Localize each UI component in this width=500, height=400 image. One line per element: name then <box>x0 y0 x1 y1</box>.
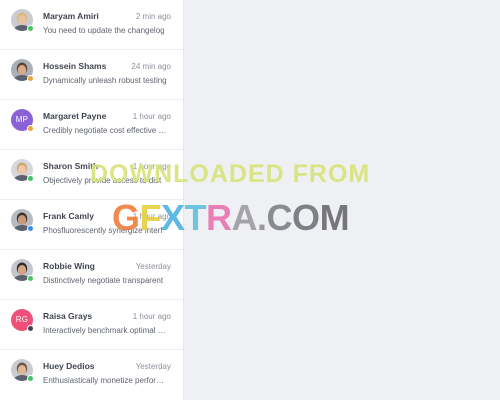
avatar <box>11 259 34 282</box>
conversation-item[interactable]: MP Margaret Payne 1 hour ago Credibly negot… <box>0 100 183 150</box>
contact-name: Hossein Shams <box>43 61 107 71</box>
contact-name: Huey Dedios <box>43 361 95 371</box>
contact-name: Sharon Smith <box>43 161 99 171</box>
avatar <box>11 59 34 82</box>
contact-name: Robbie Wing <box>43 261 95 271</box>
conversation-item[interactable]: Hossein Shams 24 min ago Dynamically unlea… <box>0 50 183 100</box>
avatar <box>11 209 34 232</box>
contact-name: Frank Camly <box>43 211 95 221</box>
contact-name: Raisa Grays <box>43 311 93 321</box>
status-dot <box>27 225 34 232</box>
avatar <box>11 359 34 382</box>
watermark-letter: R <box>206 197 232 238</box>
message-time: 1 hour ago <box>132 112 171 121</box>
message-preview: Objectively provide access to dist <box>43 176 162 185</box>
conversation-item[interactable]: Maryam Amiri 2 min ago You need to update … <box>0 0 183 50</box>
message-preview: Interactively benchmark optimal m... <box>43 326 169 335</box>
avatar <box>11 9 34 32</box>
status-dot <box>27 275 34 282</box>
message-time: 1 hour ago <box>132 162 171 171</box>
watermark-letter: O <box>292 197 320 238</box>
message-time: Yesterday <box>135 262 171 271</box>
contact-name: Margaret Payne <box>43 111 107 121</box>
watermark-letter: T <box>184 197 207 238</box>
conversation-item[interactable]: Sharon Smith 1 hour ago Objectively provid… <box>0 150 183 200</box>
message-preview: Dynamically unleash robust testing <box>43 76 167 85</box>
message-preview: Distinctively negotiate transparent <box>43 276 164 285</box>
message-time: 1 hour ago <box>132 212 171 221</box>
status-dot <box>27 375 34 382</box>
message-preview: Phosfluorescently synergize interf <box>43 226 163 235</box>
message-preview: Credibly negotiate cost effective a... <box>43 126 169 135</box>
status-dot <box>27 25 34 32</box>
message-preview: Enthusiastically monetize perform... <box>43 376 169 385</box>
message-time: Yesterday <box>135 362 171 371</box>
message-time: 24 min ago <box>131 62 171 71</box>
status-dot <box>27 325 34 332</box>
contact-name: Maryam Amiri <box>43 11 99 21</box>
conversation-item[interactable]: Huey Dedios Yesterday Enthusiastically mon… <box>0 350 183 400</box>
conversation-item[interactable]: Robbie Wing Yesterday Distinctively negoti… <box>0 250 183 300</box>
conversation-list: Maryam Amiri 2 min ago You need to update … <box>0 0 184 400</box>
watermark-letter: M <box>319 197 350 238</box>
avatar: RG <box>11 309 34 332</box>
message-time: 2 min ago <box>135 12 171 21</box>
watermark-letter: . <box>257 197 267 238</box>
conversation-item[interactable]: Frank Camly 1 hour ago Phosfluorescently s… <box>0 200 183 250</box>
status-dot <box>27 75 34 82</box>
status-dot <box>27 125 34 132</box>
avatar: MP <box>11 109 34 132</box>
conversation-item[interactable]: RG Raisa Grays 1 hour ago Interactively ben… <box>0 300 183 350</box>
watermark-letter: C <box>266 197 293 238</box>
message-preview: You need to update the changelog <box>43 26 165 35</box>
avatar <box>11 159 34 182</box>
watermark-letter: A <box>231 197 258 238</box>
message-time: 1 hour ago <box>132 312 171 321</box>
status-dot <box>27 175 34 182</box>
